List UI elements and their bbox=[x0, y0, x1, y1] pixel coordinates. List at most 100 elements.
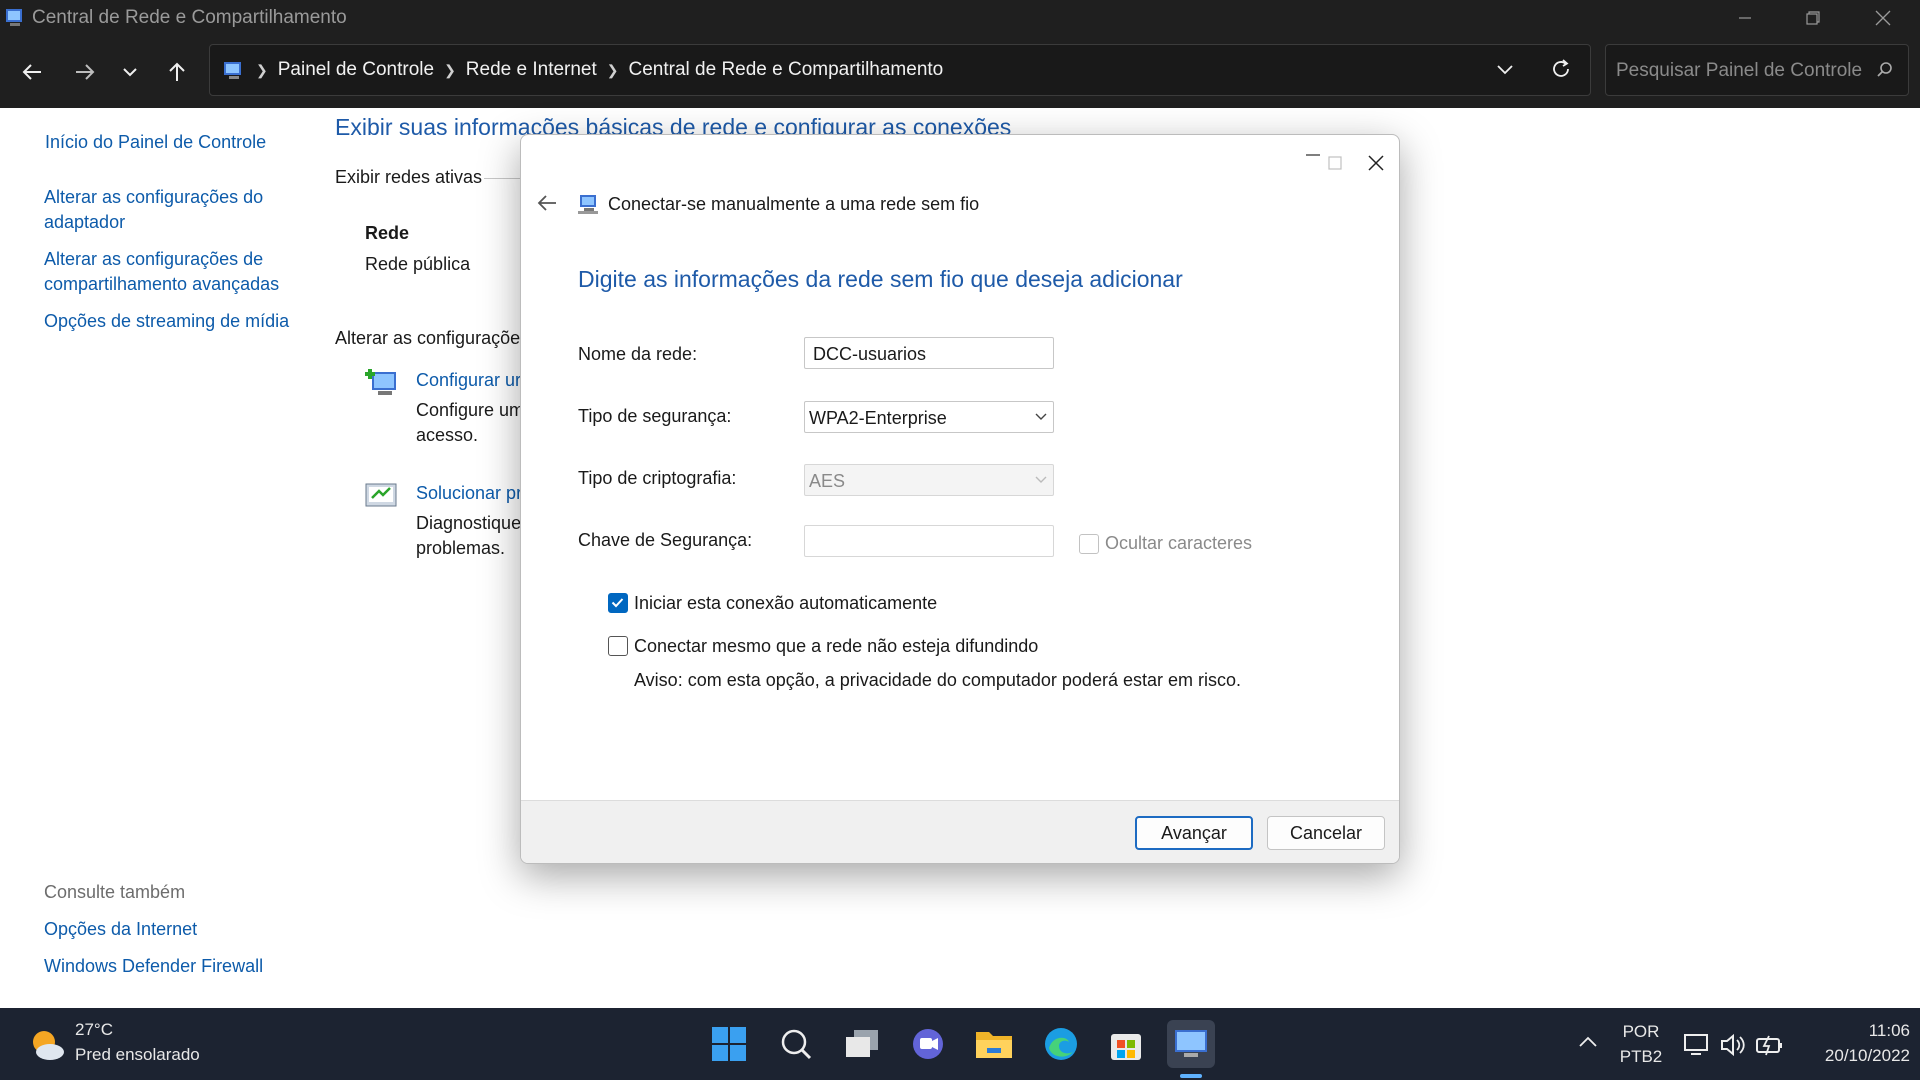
encryption-type-select[interactable]: AES bbox=[804, 464, 1054, 496]
sidebar-item-label: adaptador bbox=[44, 212, 126, 232]
security-key-label: Chave de Segurança: bbox=[578, 530, 753, 550]
language-indicator[interactable]: POR bbox=[1617, 1022, 1665, 1042]
network-type-link: Rede pública bbox=[365, 254, 471, 274]
connect-hidden-checkbox[interactable] bbox=[608, 636, 628, 656]
chevron-down-icon bbox=[1035, 476, 1047, 483]
dialog-heading: Digite as informações da rede sem fio qu… bbox=[578, 266, 1183, 292]
task-troubleshoot-desc: Diagnostique bbox=[416, 513, 522, 533]
control-panel-taskbar-button[interactable] bbox=[1167, 1020, 1215, 1068]
minimize-button[interactable] bbox=[1710, 0, 1780, 36]
minimize-icon bbox=[1739, 17, 1751, 19]
start-button[interactable] bbox=[705, 1020, 753, 1068]
sidebar-home-link[interactable]: Início do Painel de Controle bbox=[45, 130, 266, 155]
network-name-label: Nome da rede: bbox=[578, 344, 698, 364]
arrow-right-icon bbox=[76, 64, 95, 80]
breadcrumb-item-central[interactable]: Central de Rede e Compartilhamento bbox=[629, 59, 944, 81]
close-icon bbox=[1875, 10, 1891, 26]
network-name: Rede bbox=[365, 223, 410, 243]
edge-button[interactable] bbox=[1037, 1020, 1085, 1068]
dialog-footer: Avançar Cancelar bbox=[521, 800, 1399, 863]
address-dropdown-button[interactable] bbox=[1495, 59, 1515, 84]
chat-button[interactable] bbox=[904, 1020, 952, 1068]
breadcrumb: ❯ Painel de Controle ❯ Rede e Internet ❯… bbox=[222, 45, 943, 95]
dialog-maximize-button[interactable] bbox=[1307, 143, 1363, 183]
control-panel-icon bbox=[1175, 1030, 1207, 1057]
breadcrumb-item-rede-internet[interactable]: Rede e Internet bbox=[466, 59, 597, 81]
refresh-button[interactable] bbox=[1550, 58, 1572, 85]
task-setup-desc: Configure um bbox=[416, 400, 525, 420]
control-panel-icon bbox=[224, 62, 241, 79]
security-type-label: Tipo de segurança: bbox=[578, 406, 732, 426]
divider bbox=[484, 178, 524, 179]
volume-tray-button[interactable] bbox=[1719, 1032, 1747, 1063]
see-also-title: Consulte também bbox=[44, 882, 186, 902]
battery-icon bbox=[1756, 1035, 1782, 1056]
wireless-setup-dialog: Conectar-se manualmente a uma rede sem f… bbox=[520, 134, 1400, 864]
security-key-input[interactable] bbox=[804, 525, 1054, 557]
clock-time[interactable]: 11:06 bbox=[1830, 1021, 1910, 1041]
maximize-icon bbox=[1328, 156, 1342, 170]
back-button[interactable] bbox=[12, 52, 52, 92]
hide-characters-checkbox[interactable] bbox=[1079, 534, 1099, 554]
task-troubleshoot-link[interactable]: Solucionar pr bbox=[416, 481, 522, 506]
search-box[interactable]: Pesquisar Painel de Controle bbox=[1605, 44, 1909, 96]
chevron-down-icon bbox=[123, 68, 137, 77]
auto-start-checkbox[interactable] bbox=[608, 593, 628, 613]
task-view-button[interactable] bbox=[838, 1020, 886, 1068]
arrow-left-icon bbox=[22, 64, 41, 80]
store-button[interactable] bbox=[1102, 1020, 1150, 1068]
privacy-warning: Aviso: com esta opção, a privacidade do … bbox=[634, 670, 1241, 690]
address-bar[interactable]: ❯ Painel de Controle ❯ Rede e Internet ❯… bbox=[209, 44, 1591, 96]
dialog-back-button[interactable] bbox=[529, 185, 565, 221]
up-button[interactable] bbox=[157, 52, 197, 92]
volume-icon bbox=[1721, 1033, 1745, 1057]
weather-widget[interactable] bbox=[28, 1026, 66, 1067]
network-setup-icon bbox=[365, 369, 396, 395]
see-also-internet-options[interactable]: Opções da Internet bbox=[44, 917, 197, 942]
recent-locations-button[interactable] bbox=[110, 52, 150, 92]
cancel-button[interactable]: Cancelar bbox=[1267, 816, 1385, 850]
store-icon bbox=[1111, 1034, 1141, 1060]
sidebar-item-label: Alterar as configurações de bbox=[44, 249, 264, 269]
troubleshoot-icon bbox=[365, 483, 397, 507]
network-tray-button[interactable] bbox=[1683, 1032, 1711, 1063]
task-view-icon bbox=[846, 1030, 878, 1057]
taskbar-search-button[interactable] bbox=[772, 1020, 820, 1068]
taskbar: 27°C Pred ensolarado POR PTB2 11:06 20/1… bbox=[0, 1008, 1920, 1080]
encryption-type-value: AES bbox=[809, 471, 846, 491]
change-settings-label: Alterar as configurações bbox=[335, 328, 530, 348]
task-setup-link[interactable]: Configurar ur bbox=[416, 368, 521, 393]
see-also-firewall[interactable]: Windows Defender Firewall bbox=[44, 954, 263, 979]
active-networks-label: Exibir redes ativas bbox=[335, 167, 483, 187]
search-input[interactable]: Pesquisar Painel de Controle bbox=[1616, 60, 1862, 82]
sidebar-item-streaming[interactable]: Opções de streaming de mídia bbox=[44, 309, 289, 334]
file-explorer-icon bbox=[976, 1032, 1012, 1058]
edge-icon bbox=[1045, 1028, 1077, 1060]
breadcrumb-separator: ❯ bbox=[256, 61, 268, 78]
encryption-type-label: Tipo de criptografia: bbox=[578, 468, 737, 488]
weather-temp: 27°C bbox=[75, 1020, 113, 1039]
forward-button[interactable] bbox=[65, 52, 105, 92]
window-title: Central de Rede e Compartilhamento bbox=[32, 7, 347, 28]
sidebar-item-label: Alterar as configurações do bbox=[44, 187, 264, 207]
sidebar-item-adapter[interactable]: Alterar as configurações do adaptador bbox=[44, 185, 263, 235]
show-hidden-icons-button[interactable] bbox=[1578, 1034, 1598, 1053]
search-icon bbox=[1877, 62, 1892, 77]
sidebar-item-sharing[interactable]: Alterar as configurações de compartilham… bbox=[44, 247, 279, 297]
refresh-icon bbox=[1553, 59, 1569, 77]
arrow-up-icon bbox=[169, 62, 185, 81]
search-icon bbox=[781, 1029, 812, 1060]
window-title-bar: Central de Rede e Compartilhamento bbox=[0, 0, 1920, 36]
network-name-input[interactable]: DCC-usuarios bbox=[804, 337, 1054, 369]
security-type-select[interactable]: WPA2-Enterprise bbox=[804, 401, 1054, 433]
breadcrumb-item-painel[interactable]: Painel de Controle bbox=[278, 59, 434, 81]
restore-button[interactable] bbox=[1778, 0, 1848, 36]
file-explorer-button[interactable] bbox=[970, 1020, 1018, 1068]
next-button[interactable]: Avançar bbox=[1135, 816, 1253, 850]
weather-desc: Pred ensolarado bbox=[75, 1045, 200, 1064]
auto-start-label: Iniciar esta conexão automaticamente bbox=[634, 593, 938, 613]
battery-tray-button[interactable] bbox=[1755, 1032, 1785, 1063]
close-window-button[interactable] bbox=[1848, 0, 1918, 36]
checkmark-icon bbox=[611, 598, 624, 608]
network-icon bbox=[578, 195, 598, 214]
